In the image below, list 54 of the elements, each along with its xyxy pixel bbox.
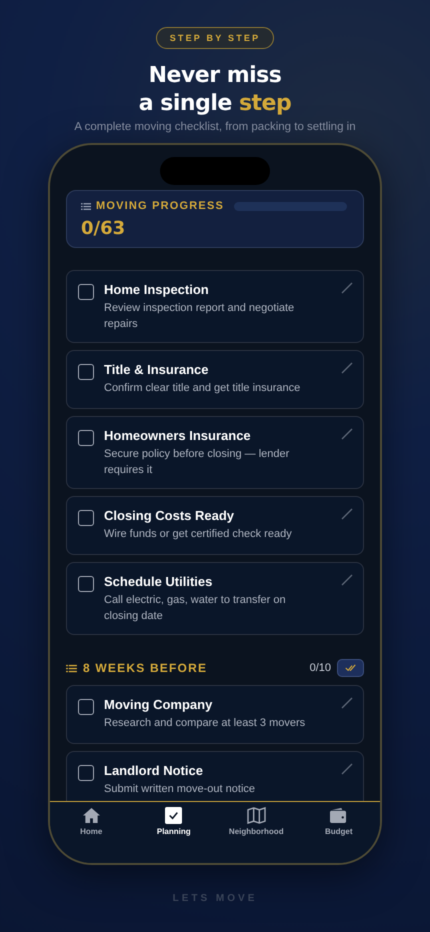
task-card[interactable]: Home Inspection Review inspection report and negotiate repairs (66, 270, 364, 343)
section-count: 0/10 (310, 662, 331, 674)
tab-item[interactable]: Home (50, 807, 132, 863)
checkbox[interactable] (78, 699, 94, 715)
pencil-icon[interactable] (341, 574, 353, 586)
tab-item[interactable]: Budget (298, 807, 380, 863)
list-icon (81, 202, 91, 210)
pencil-icon[interactable] (341, 362, 353, 374)
progress-count: 0/63 (81, 218, 126, 239)
badge-label: STEP BY STEP (156, 27, 274, 49)
task-title: Schedule Utilities (104, 574, 214, 589)
task-description: Secure policy before closing — lender requires it (104, 447, 290, 478)
task-title: Homeowners Insurance (104, 428, 252, 443)
task-title: Home Inspection (104, 282, 210, 297)
check-all-button[interactable] (337, 659, 364, 677)
task-title: Title & Insurance (104, 362, 210, 377)
pencil-icon[interactable] (341, 763, 353, 775)
list-icon (66, 664, 77, 672)
task-card[interactable]: Moving Company Research and compare at least 3 movers (66, 685, 364, 744)
pencil-icon[interactable] (341, 428, 353, 440)
headline: Never miss a single step (138, 62, 292, 118)
task-title: Landlord Notice (104, 763, 204, 778)
tab-item[interactable]: Planning (132, 807, 215, 863)
task-description: Confirm clear title and get title insurance (104, 381, 302, 396)
task-description: Research and compare at least 3 movers (104, 716, 306, 731)
task-card[interactable]: Closing Costs Ready Wire funds or get certified check ready (66, 496, 364, 555)
tab-item[interactable]: Neighborhood (215, 807, 298, 863)
task-card[interactable]: Landlord Notice Submit written move-out notice (66, 751, 364, 801)
task-description: Review inspection report and negotiate repairs (104, 301, 296, 332)
checkbox[interactable] (78, 510, 94, 526)
progress-label: MOVING PROGRESS (96, 200, 224, 212)
checkbox[interactable] (78, 765, 94, 781)
checkbox-icon (165, 807, 182, 824)
pencil-icon[interactable] (341, 697, 353, 709)
task-card[interactable]: Homeowners Insurance Secure policy before closing — lender requires it (66, 416, 364, 489)
double-check-icon (345, 664, 356, 672)
task-card[interactable]: Title & Insurance Confirm clear title and get title insurance (66, 350, 364, 409)
map-icon (246, 807, 266, 824)
checkbox[interactable] (78, 430, 94, 446)
task-description: Call electric, gas, water to transfer on closing date (104, 593, 287, 624)
task-description: Wire funds or get certified check ready (104, 527, 293, 542)
wallet-icon (329, 807, 348, 824)
task-card[interactable]: Schedule Utilities Call electric, gas, water to transfer on closing date (66, 562, 364, 635)
checkbox[interactable] (78, 284, 94, 300)
pencil-icon[interactable] (341, 282, 353, 294)
section-title: 8 WEEKS BEFORE (83, 661, 208, 675)
task-description: Submit written move-out notice (104, 782, 256, 797)
pencil-icon[interactable] (341, 508, 353, 520)
checkbox[interactable] (78, 576, 94, 592)
task-title: Closing Costs Ready (104, 508, 236, 523)
house-icon (82, 807, 101, 824)
task-title: Moving Company (104, 697, 214, 712)
checkbox[interactable] (78, 364, 94, 380)
subtitle: A complete moving checklist, from packing to settling in (74, 121, 356, 133)
